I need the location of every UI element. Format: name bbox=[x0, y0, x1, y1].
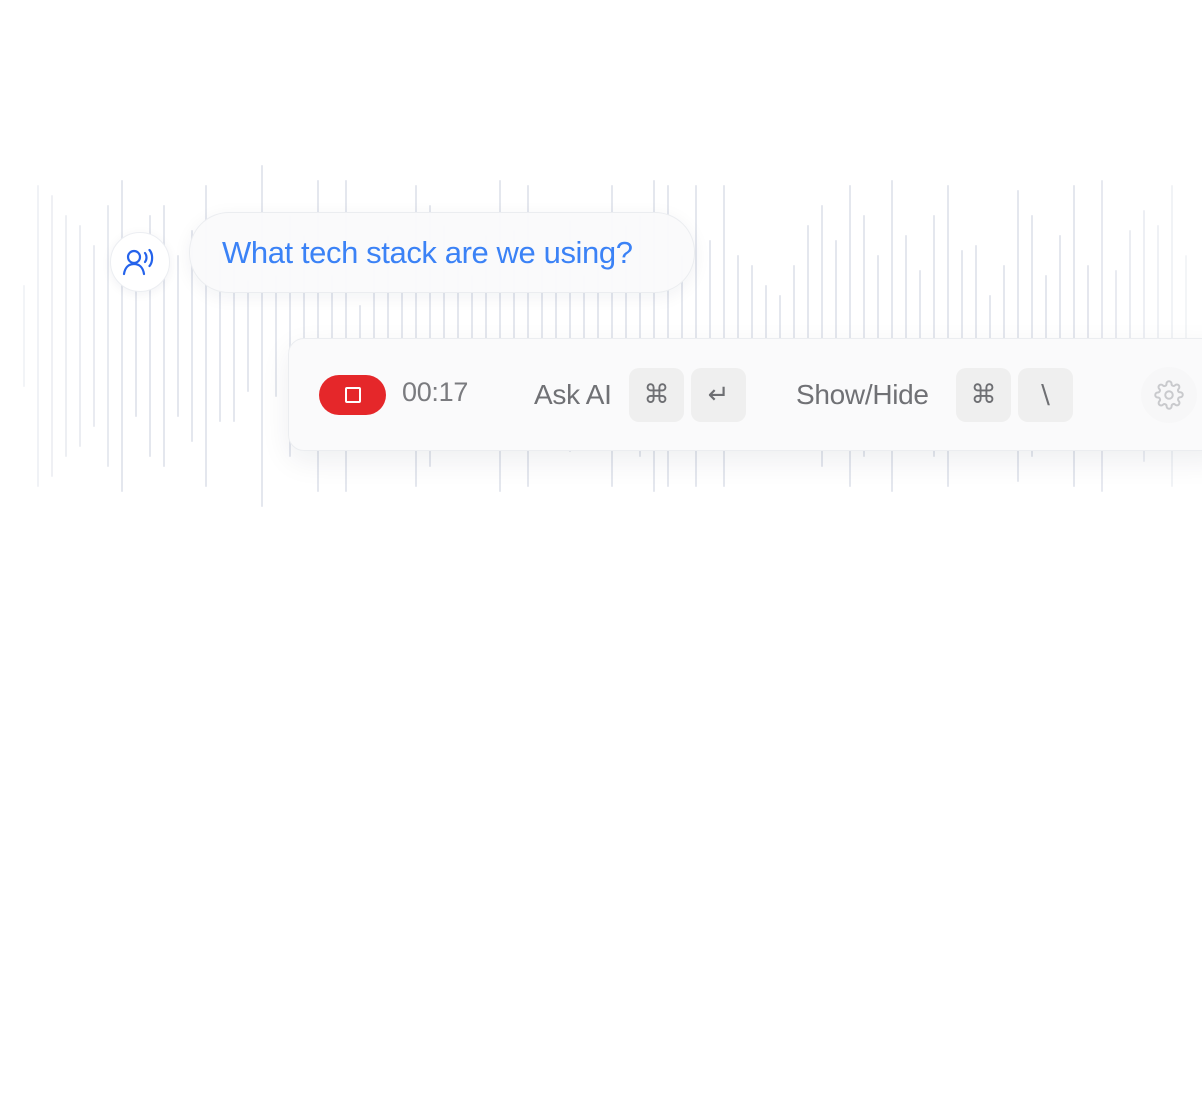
show-hide-label[interactable]: Show/Hide bbox=[796, 379, 929, 411]
audio-waveform bbox=[23, 165, 1187, 507]
show-hide-backslash-key[interactable]: \ bbox=[1018, 368, 1073, 422]
show-hide-cmd-key[interactable]: ⌘ bbox=[956, 368, 1011, 422]
stop-recording-button[interactable] bbox=[319, 375, 386, 415]
settings-button[interactable] bbox=[1141, 367, 1197, 423]
question-bubble: What tech stack are we using? bbox=[189, 212, 695, 293]
speaker-voice-icon bbox=[122, 248, 154, 276]
question-text: What tech stack are we using? bbox=[222, 234, 633, 270]
ask-ai-cmd-key[interactable]: ⌘ bbox=[629, 368, 684, 422]
ask-ai-label[interactable]: Ask AI bbox=[534, 379, 612, 411]
recording-timer: 00:17 bbox=[402, 377, 469, 407]
speaker-indicator bbox=[110, 232, 170, 292]
stop-icon bbox=[344, 387, 361, 403]
ask-ai-enter-key[interactable]: ↵ bbox=[691, 368, 746, 422]
recording-toolbar: 00:17 Ask AI ⌘ ↵ Show/Hide ⌘ \ bbox=[288, 338, 1202, 451]
gear-icon bbox=[1154, 380, 1184, 410]
